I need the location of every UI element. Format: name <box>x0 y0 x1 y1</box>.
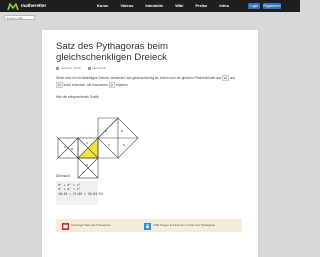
article-card: Satz des Pythagoras beim gleichschenklig… <box>42 30 258 257</box>
main-nav: Kurse Videos Interaktiv Wiki Preise Info… <box>97 0 241 12</box>
diagram-letter-h: H <box>86 163 88 167</box>
intro-text-4: ergeben. <box>115 82 129 87</box>
diagram-letter-a: A <box>64 145 66 149</box>
article-title: Satz des Pythagoras beim gleichschenklig… <box>56 41 168 63</box>
login-button[interactable]: Login <box>248 3 260 9</box>
brand-logo[interactable]: matheretter <box>7 1 46 11</box>
math-b-squared: b² <box>56 81 63 88</box>
diagram-letter-d: D <box>105 129 108 133</box>
previous-topic-label: Vorheriger Satz des Pythagoras <box>71 223 111 228</box>
formula-line-3: 18:45 + 11:05 = 30:83:94 <box>58 192 103 197</box>
questions-answers-link[interactable]: 1250 Fragen & Antworten zu Satz des Pyth… <box>144 222 215 230</box>
diagram-letter-e: E <box>121 129 123 133</box>
formula-caption: Demnach: <box>56 174 71 178</box>
intro-text-2: und <box>229 76 236 80</box>
calendar-icon <box>56 66 59 70</box>
book-icon <box>87 66 91 70</box>
nav-item-videos[interactable]: Videos <box>120 0 133 12</box>
top-navigation-bar: matheretter Kurse Videos Interaktiv Wiki… <box>0 0 300 12</box>
previous-topic-link[interactable]: Vorheriger Satz des Pythagoras <box>62 222 111 230</box>
diagram-letter-g: G <box>123 143 126 147</box>
math-c-squared: c² <box>108 81 116 88</box>
meta-date-text: Geändert: 10.02 <box>60 66 81 70</box>
meta-category[interactable]: Mathebuch <box>87 66 107 70</box>
wiki-search-input[interactable]: Suche im Wiki <box>4 15 35 20</box>
brand-name: matheretter <box>21 3 47 8</box>
diagram-letter-b: B <box>71 147 73 151</box>
article-meta: Geändert: 10.02 Mathebuch <box>56 66 106 70</box>
intro-text-3: leicht erkennen, die zusammen <box>63 82 108 87</box>
related-actions-bar: Vorheriger Satz des Pythagoras 1250 Frag… <box>56 219 242 232</box>
brand-logo-icon <box>7 2 19 10</box>
formula-box: a² + b² = c² a² + a² = c² 18:45 + 11:05 … <box>56 181 103 205</box>
diagram-letter-i: I <box>92 169 93 173</box>
intro-paragraph: Wenn man ein rechtwinkliges Dreieck verw… <box>56 75 242 88</box>
nav-item-infos[interactable]: Infos <box>219 0 229 12</box>
meta-date: Geändert: 10.02 <box>56 66 81 70</box>
video-icon <box>62 222 69 230</box>
diagram-letter-f: F <box>108 143 110 147</box>
questions-answers-label: 1250 Fragen & Antworten zu Satz des Pyth… <box>153 223 216 228</box>
nav-item-interaktiv[interactable]: Interaktiv <box>145 0 163 12</box>
diagram-caption: Hier die entsprechende Grafik: <box>56 95 100 99</box>
math-a-squared: a² <box>222 75 229 81</box>
diagram-letter-c: C <box>86 141 89 145</box>
nav-item-kurse[interactable]: Kurse <box>97 0 108 12</box>
camera-icon <box>144 222 151 230</box>
register-button[interactable]: Registrieren <box>263 3 281 9</box>
intro-text-1: Wenn man ein rechtwinkliges Dreieck verw… <box>56 76 222 80</box>
meta-category-text: Mathebuch <box>92 66 107 70</box>
nav-item-preise[interactable]: Preise <box>195 0 207 12</box>
nav-item-wiki[interactable]: Wiki <box>175 0 183 12</box>
